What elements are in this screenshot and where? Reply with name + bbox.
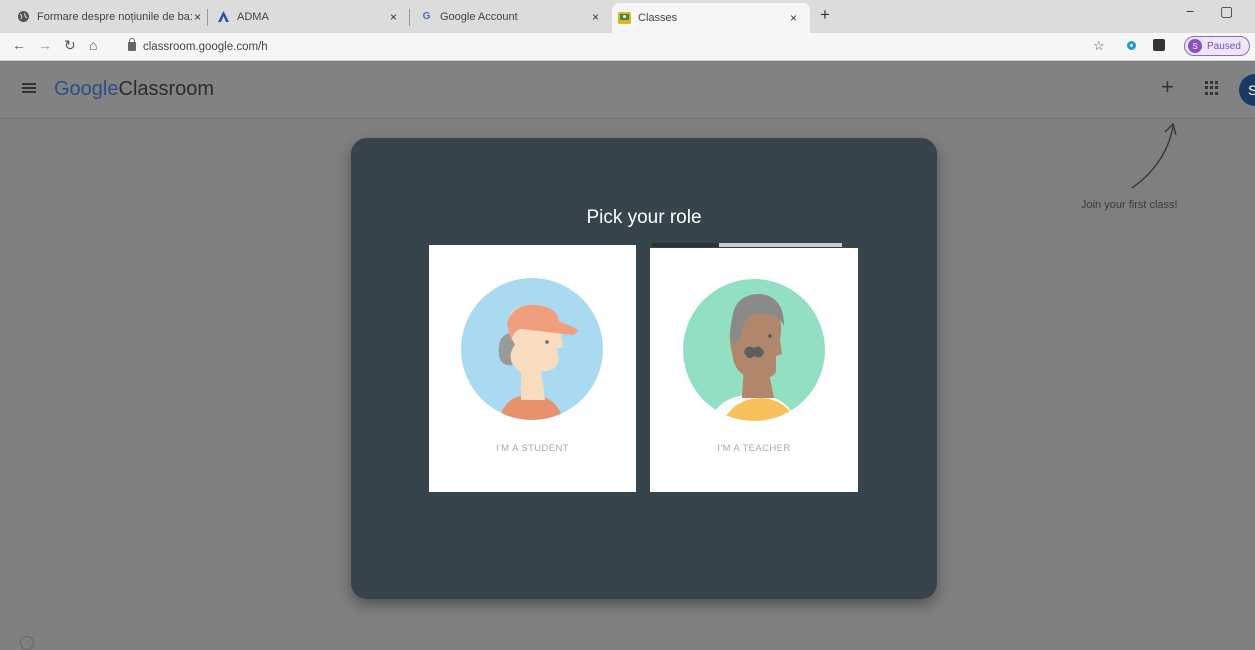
card-edge — [719, 243, 842, 247]
brand-logo[interactable]: GoogleClassroom — [54, 78, 214, 101]
forward-arrow-icon[interactable]: → — [38, 37, 52, 53]
teacher-role-label: I'M A TEACHER — [717, 443, 791, 454]
tab-title: Formare despre noțiunile de ba: — [37, 10, 193, 23]
menu-icon[interactable] — [22, 83, 36, 93]
lock-icon — [128, 38, 136, 51]
tab-formare[interactable]: Formare despre noțiunile de ba: × — [17, 4, 207, 29]
tab-separator — [409, 9, 410, 26]
profile-status: Paused — [1207, 40, 1241, 52]
student-role-label: I'M A STUDENT — [496, 443, 569, 454]
close-icon[interactable]: × — [390, 10, 397, 24]
back-arrow-icon[interactable]: ← — [12, 37, 26, 53]
tab-separator — [207, 9, 208, 26]
student-illustration-icon — [461, 278, 603, 420]
user-avatar[interactable]: S — [1239, 74, 1255, 106]
reload-icon[interactable]: ↻ — [64, 37, 76, 54]
tab-title: Google Account — [440, 10, 518, 23]
plus-icon[interactable]: + — [1161, 76, 1174, 98]
tab-title: Classes — [638, 12, 678, 24]
profile-avatar: S — [1188, 39, 1202, 53]
address-bar[interactable]: classroom.google.com/h — [116, 36, 1081, 57]
close-icon[interactable]: × — [790, 11, 797, 25]
url-text: classroom.google.com/h — [143, 40, 268, 53]
classroom-icon — [618, 12, 631, 25]
help-icon[interactable] — [20, 636, 34, 650]
adma-logo-icon — [217, 10, 230, 23]
google-wordmark: Google — [54, 78, 119, 100]
tab-google-account[interactable]: G Google Account × — [420, 4, 612, 29]
tab-adma[interactable]: ADMA × — [217, 4, 409, 29]
app-header: GoogleClassroom + S — [0, 61, 1255, 119]
student-role-card[interactable]: I'M A STUDENT — [429, 245, 636, 492]
globe-icon — [17, 10, 30, 23]
profile-paused-button[interactable]: S Paused — [1184, 36, 1250, 56]
tab-title: ADMA — [237, 10, 269, 23]
close-icon[interactable]: × — [194, 10, 201, 24]
close-icon[interactable]: × — [592, 10, 599, 24]
browser-toolbar: ← → ↻ ⌂ classroom.google.com/h ☆ S Pause… — [0, 33, 1255, 61]
new-tab-button[interactable]: + — [820, 5, 830, 25]
apps-grid-icon[interactable] — [1205, 81, 1219, 95]
extension-icon[interactable] — [1153, 39, 1165, 51]
join-class-hint: Join your first class! — [1081, 199, 1178, 211]
google-g-icon: G — [422, 11, 431, 22]
dialog-title: Pick your role — [586, 207, 702, 228]
teacher-role-card[interactable]: I'M A TEACHER — [650, 248, 858, 492]
hint-arrow-icon — [1131, 122, 1177, 189]
browser-tab-strip: Formare despre noțiunile de ba: × ADMA ×… — [0, 0, 1255, 33]
pick-role-dialog: Pick your role I'M A STUDENT I'M A TEACH… — [351, 138, 937, 599]
minimize-button[interactable]: − — [1186, 3, 1194, 19]
teacher-illustration-icon — [683, 279, 825, 421]
classroom-wordmark: Classroom — [118, 78, 215, 100]
tab-classes[interactable]: Classes × — [612, 3, 810, 33]
bookmark-star-icon[interactable]: ☆ — [1093, 38, 1105, 54]
extension-icon[interactable] — [1127, 41, 1136, 50]
maximize-button[interactable]: ▢ — [1220, 3, 1233, 20]
home-icon[interactable]: ⌂ — [89, 37, 97, 53]
